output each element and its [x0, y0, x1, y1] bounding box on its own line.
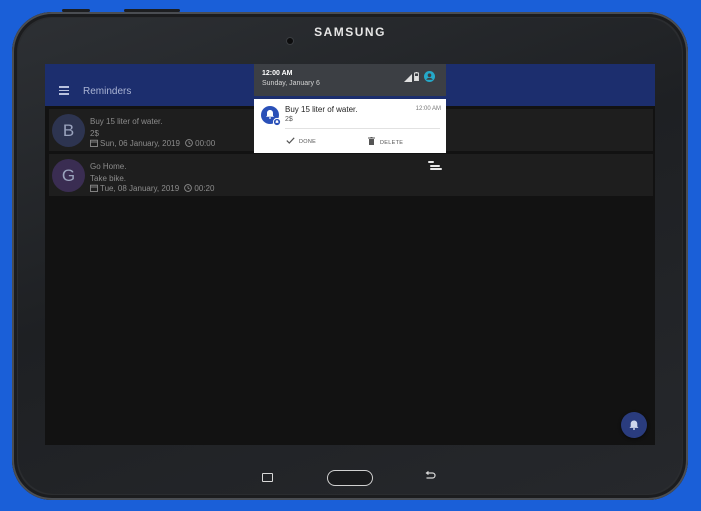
- reminder-title: Buy 15 liter of water.: [90, 117, 163, 126]
- hamburger-menu-icon[interactable]: [59, 86, 69, 95]
- clock-icon: [184, 184, 193, 192]
- power-button: [124, 9, 180, 12]
- reminder-date: Tue, 08 January, 2019: [100, 184, 180, 193]
- account-icon[interactable]: [424, 71, 435, 82]
- page-title: Reminders: [83, 86, 132, 97]
- sort-stack-icon[interactable]: [428, 161, 442, 173]
- check-icon: [286, 137, 295, 144]
- add-reminder-fab[interactable]: [621, 412, 647, 438]
- reminder-note: Take bike.: [90, 174, 127, 183]
- reminder-notification[interactable]: Buy 15 liter of water. 12:00 AM 2$ DONE …: [254, 99, 446, 153]
- signal-icon: [404, 74, 412, 82]
- divider: [285, 128, 440, 129]
- calendar-icon: [90, 139, 98, 147]
- notification-body: 2$: [285, 116, 293, 123]
- brand-logo: SAMSUNG: [314, 25, 386, 39]
- bell-icon: [629, 420, 639, 430]
- home-button[interactable]: [327, 470, 373, 486]
- front-camera: [287, 38, 293, 44]
- battery-icon: [414, 72, 419, 81]
- avatar: G: [52, 159, 85, 192]
- status-time: 12:00 AM: [262, 70, 293, 77]
- reminder-time: 00:20: [194, 184, 215, 193]
- recent-apps-button[interactable]: [262, 473, 273, 482]
- reminder-datetime: Tue, 08 January, 2019 00:20: [90, 184, 214, 193]
- avatar: B: [52, 114, 85, 147]
- bell-icon: [261, 106, 282, 127]
- reminder-note: 2$: [90, 129, 99, 138]
- notification-time: 12:00 AM: [415, 106, 441, 112]
- notification-title: Buy 15 liter of water.: [285, 105, 358, 114]
- volume-button: [62, 9, 90, 12]
- reminder-card[interactable]: G Go Home. Take bike. Tue, 08 January, 2…: [49, 154, 653, 196]
- screen: Reminders B Buy 15 liter of water. 2$ Su…: [45, 64, 655, 445]
- clock-icon: [185, 139, 194, 147]
- back-icon[interactable]: [424, 471, 436, 481]
- trash-icon: [368, 137, 375, 145]
- delete-button[interactable]: DELETE: [368, 137, 403, 146]
- notification-shade-header[interactable]: 12:00 AM Sunday, January 6: [254, 64, 446, 96]
- reminder-datetime: Sun, 06 January, 2019 00:00: [90, 139, 215, 148]
- status-date: Sunday, January 6: [262, 80, 320, 87]
- done-button[interactable]: DONE: [286, 137, 316, 145]
- reminder-date: Sun, 06 January, 2019: [100, 139, 180, 148]
- done-label: DONE: [299, 139, 317, 145]
- reminder-title: Go Home.: [90, 162, 127, 171]
- delete-label: DELETE: [380, 140, 404, 146]
- reminder-time: 00:00: [195, 139, 216, 148]
- calendar-icon: [90, 184, 98, 192]
